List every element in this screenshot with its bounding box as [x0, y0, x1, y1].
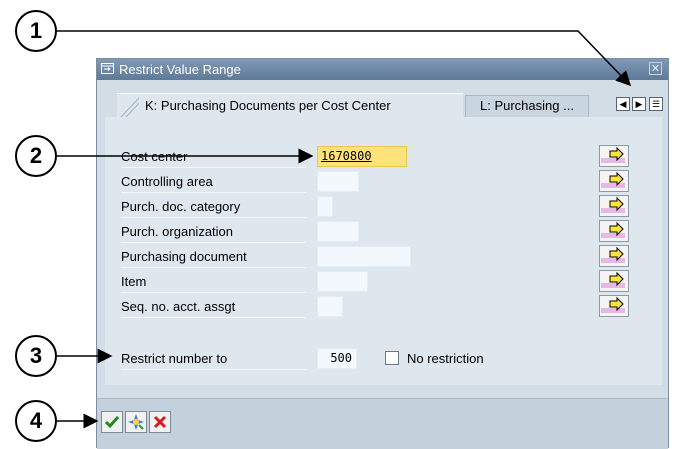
arrow-right-icon	[601, 171, 625, 188]
callout-3: 3	[15, 335, 57, 377]
field-label: Purchasing document	[121, 247, 306, 268]
seq-no-acct-assgt-input[interactable]	[317, 296, 343, 317]
multiple-selection-button[interactable]	[599, 145, 629, 167]
field-label: Purch. organization	[121, 222, 306, 243]
tab-label: K: Purchasing Documents per Cost Center	[145, 98, 391, 113]
controlling-area-input[interactable]	[317, 171, 359, 192]
cancel-button[interactable]	[149, 411, 171, 433]
callout-2: 2	[15, 135, 57, 177]
callout-1: 1	[15, 10, 57, 52]
multiple-selection-button[interactable]	[599, 195, 629, 217]
field-label: Controlling area	[121, 172, 306, 193]
arrow-right-icon	[601, 271, 625, 288]
tab-purchasing[interactable]: L: Purchasing ...	[465, 95, 589, 117]
multiple-selection-button[interactable]	[599, 295, 629, 317]
callout-4: 4	[15, 400, 57, 442]
cost-center-input[interactable]: 1670800	[317, 146, 407, 167]
field-row-purchasing-document: Purchasing document	[121, 244, 657, 268]
no-restriction-label: No restriction	[407, 351, 484, 366]
tab-list-icon[interactable]: ☰	[649, 97, 663, 111]
dialog-footer	[97, 398, 668, 449]
restrict-number-input[interactable]: 500	[317, 348, 357, 369]
tab-prev-icon[interactable]: ◀	[616, 97, 630, 111]
field-row-item: Item	[121, 269, 657, 293]
window-titlebar: Restrict Value Range ✕	[97, 59, 668, 80]
continue-checkmark-icon	[104, 416, 120, 429]
field-row-seq-no-acct-assgt: Seq. no. acct. assgt	[121, 294, 657, 318]
window-title: Restrict Value Range	[119, 62, 241, 77]
arrow-right-icon	[601, 246, 625, 263]
field-row-cost-center: Cost center 1670800	[121, 144, 657, 168]
multiple-selection-button[interactable]	[599, 270, 629, 292]
tab-next-icon[interactable]: ▶	[632, 97, 646, 111]
purch-doc-category-input[interactable]	[317, 196, 333, 217]
field-row-controlling-area: Controlling area	[121, 169, 657, 193]
window-menu-icon[interactable]	[101, 63, 114, 74]
search-execute-icon	[128, 414, 144, 430]
arrow-right-icon	[601, 296, 625, 313]
tab-label: L: Purchasing ...	[480, 98, 574, 113]
tab-purchasing-docs-per-cost-center[interactable]: K: Purchasing Documents per Cost Center	[117, 93, 463, 118]
selection-fields-panel: Cost center 1670800 Controlling area Pur…	[105, 117, 662, 385]
multiple-selection-button[interactable]	[599, 170, 629, 192]
multiple-selection-button[interactable]	[599, 220, 629, 242]
purch-organization-input[interactable]	[317, 221, 359, 242]
search-execute-button[interactable]	[125, 411, 147, 433]
continue-button[interactable]	[101, 411, 123, 433]
arrow-right-icon	[601, 196, 625, 213]
arrow-right-icon	[601, 221, 625, 238]
restrict-number-label: Restrict number to	[121, 349, 306, 370]
field-label: Cost center	[121, 147, 306, 168]
field-row-purch-doc-category: Purch. doc. category	[121, 194, 657, 218]
purchasing-document-input[interactable]	[317, 246, 411, 267]
multiple-selection-button[interactable]	[599, 245, 629, 267]
no-restriction-checkbox[interactable]	[385, 351, 399, 365]
field-label: Seq. no. acct. assgt	[121, 297, 306, 318]
close-icon[interactable]: ✕	[649, 62, 662, 75]
item-input[interactable]	[317, 271, 368, 292]
field-row-purch-organization: Purch. organization	[121, 219, 657, 243]
tabstrip: K: Purchasing Documents per Cost Center …	[97, 81, 668, 118]
restrict-number-row: Restrict number to 500 No restriction	[121, 346, 657, 370]
restrict-value-range-dialog: Restrict Value Range ✕ K: Purchasing Doc…	[96, 58, 669, 449]
field-label: Purch. doc. category	[121, 197, 306, 218]
arrow-right-icon	[601, 146, 625, 163]
cancel-x-icon	[153, 415, 167, 429]
tab-corner	[117, 94, 139, 118]
field-label: Item	[121, 272, 306, 293]
